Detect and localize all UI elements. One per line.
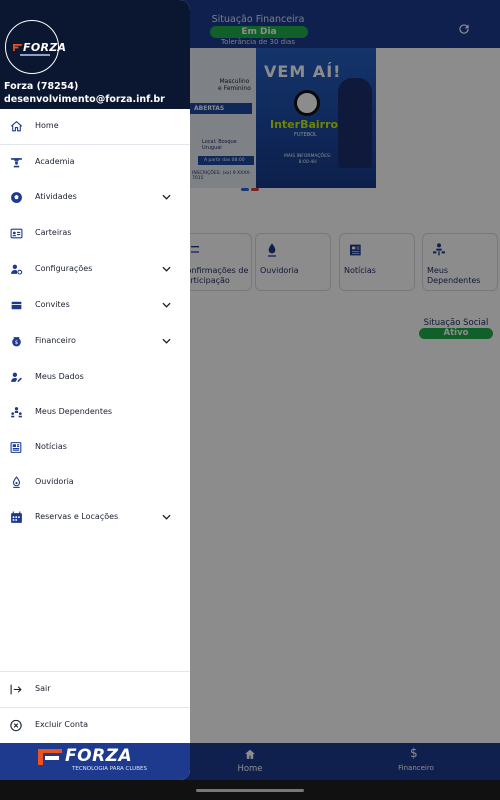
menu-item-ouvidoria[interactable]: Ouvidoria <box>0 465 190 499</box>
calendar-icon <box>9 511 24 524</box>
chevron-down-icon[interactable] <box>162 338 171 344</box>
menu-label: Convites <box>35 300 70 309</box>
menu-label: Reservas e Locações <box>35 512 119 521</box>
chevron-down-icon[interactable] <box>162 266 171 272</box>
money-icon: $ <box>9 335 24 348</box>
ouvidoria-icon <box>9 476 24 489</box>
menu-label: Sair <box>35 684 51 693</box>
menu-item-meus-dependentes[interactable]: Meus Dependentes <box>0 395 190 429</box>
invitation-icon <box>9 299 24 312</box>
menu-item-atividades[interactable]: Atividades <box>0 180 190 214</box>
menu-label: Financeiro <box>35 336 76 345</box>
soccer-ball-icon <box>9 191 24 204</box>
menu-label: Carteiras <box>35 228 72 237</box>
menu-item-excluir-conta[interactable]: Excluir Conta <box>0 708 190 742</box>
logo-tagline-line <box>20 54 50 56</box>
menu-label: Meus Dependentes <box>35 407 113 416</box>
user-email: desenvolvimento@forza.inf.br <box>4 94 165 105</box>
chevron-down-icon[interactable] <box>162 302 171 308</box>
menu-label: Notícias <box>35 442 67 451</box>
brand-tagline: TECNOLOGIA PARA CLUBES <box>72 766 147 772</box>
user-name: Forza (78254) <box>4 81 79 92</box>
gesture-handle[interactable] <box>196 789 304 792</box>
svg-text:$: $ <box>15 340 18 346</box>
menu-label: Academia <box>35 157 75 166</box>
user-edit-icon <box>9 371 24 384</box>
user-settings-icon <box>9 263 24 276</box>
menu-label: Ouvidoria <box>35 477 74 486</box>
dependents-icon <box>9 406 24 419</box>
menu-item-home[interactable]: Home <box>0 109 190 143</box>
menu-item-reservas[interactable]: Reservas e Locações <box>0 500 190 534</box>
menu-label: Configurações <box>35 264 93 273</box>
news-icon <box>9 441 24 454</box>
menu-item-financeiro[interactable]: $ Financeiro <box>0 324 190 358</box>
logout-icon <box>9 683 23 696</box>
menu-label: Excluir Conta <box>35 720 88 729</box>
menu-label: Home <box>35 121 59 130</box>
home-icon <box>9 120 24 133</box>
menu-item-convites[interactable]: Convites <box>0 288 190 322</box>
brand-name: FORZA <box>65 746 133 766</box>
menu-item-carteiras[interactable]: Carteiras <box>0 216 190 250</box>
chevron-down-icon[interactable] <box>162 514 171 520</box>
menu-item-academia[interactable]: Academia <box>0 145 190 179</box>
menu-item-meus-dados[interactable]: Meus Dados <box>0 360 190 394</box>
navigation-drawer: FORZA Forza (78254) desenvolvimento@forz… <box>0 0 190 780</box>
forza-mark-icon <box>13 44 22 51</box>
menu-item-configuracoes[interactable]: Configurações <box>0 252 190 286</box>
logo-text: FORZA <box>23 41 67 54</box>
drawer-header: FORZA Forza (78254) desenvolvimento@forz… <box>0 0 190 109</box>
drawer-brand-footer: FORZA TECNOLOGIA PARA CLUBES <box>0 743 190 780</box>
id-card-icon <box>9 227 24 240</box>
club-logo: FORZA <box>5 20 66 74</box>
delete-circle-icon <box>9 719 23 732</box>
gym-icon <box>9 156 24 169</box>
menu-label: Atividades <box>35 192 77 201</box>
menu-item-noticias[interactable]: Notícias <box>0 430 190 464</box>
chevron-down-icon[interactable] <box>162 194 171 200</box>
menu-item-sair[interactable]: Sair <box>0 672 190 706</box>
forza-mark-icon <box>38 749 62 765</box>
menu-label: Meus Dados <box>35 372 84 381</box>
